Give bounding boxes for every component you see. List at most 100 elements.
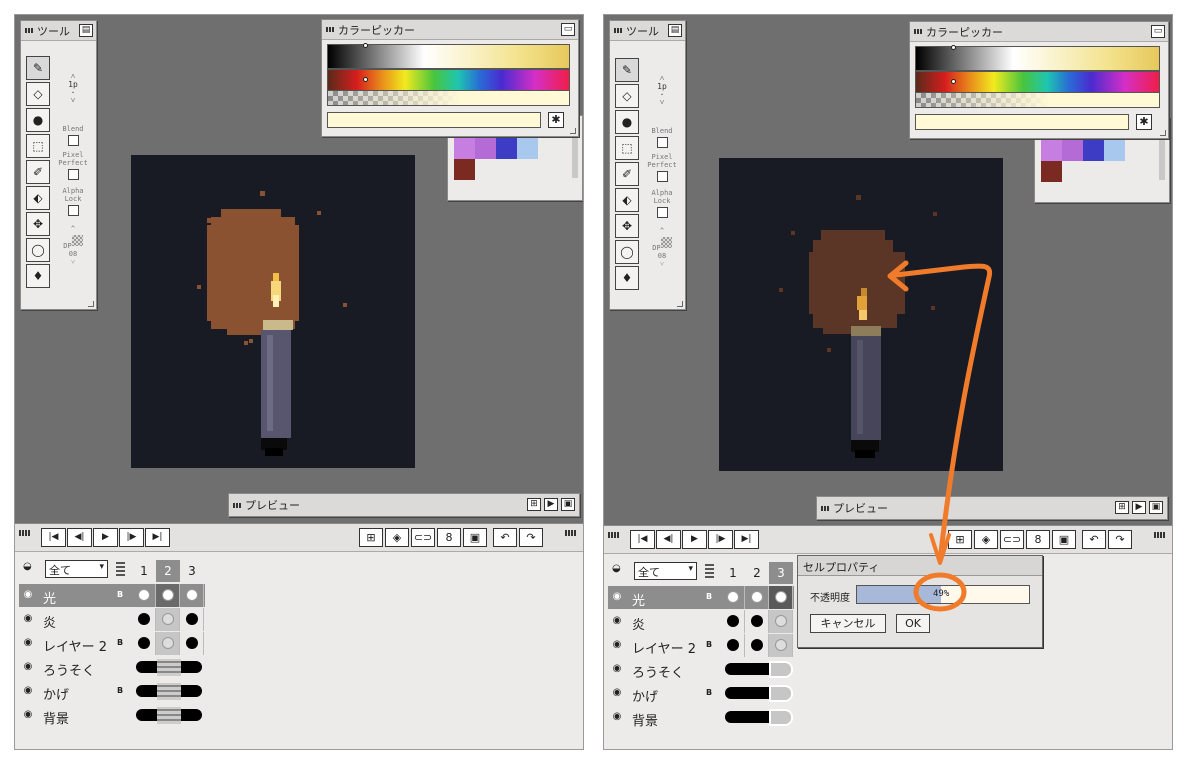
layer-filter-select[interactable]: 全て ▾ [634,562,697,580]
panel-menu-button[interactable]: ▭ [561,23,575,36]
cel[interactable] [180,632,204,655]
palette-swatch[interactable] [454,138,475,159]
palette-swatch[interactable] [1041,161,1062,182]
eye-icon[interactable]: ◉ [610,615,624,627]
layer-row[interactable]: ◉ 背景 [608,706,794,729]
move-tool-button[interactable]: ✥ [615,214,639,238]
loop-button[interactable]: 8 [1026,530,1050,549]
hex-apply-button[interactable]: ✱ [548,112,564,128]
layer-row[interactable]: ◉ 炎 [19,608,205,631]
blur-tool-button[interactable]: ♦ [615,266,639,290]
first-frame-button[interactable]: |◀ [630,530,655,549]
linked-cels[interactable] [725,711,773,723]
resize-handle[interactable] [677,301,683,307]
bucket-tool-button[interactable]: ⬖ [615,188,639,212]
palette-swatch[interactable] [517,138,538,159]
frame-header-3[interactable]: 3 [180,560,204,582]
resize-handle[interactable] [1160,130,1166,136]
eye-icon[interactable]: ◉ [610,711,624,723]
palette-swatch[interactable] [1041,140,1062,161]
onion-skin-button[interactable]: ◈ [385,528,409,547]
eye-icon[interactable]: ◉ [21,589,35,601]
pixel-canvas[interactable] [719,158,1003,471]
eye-icon[interactable]: ◉ [610,687,624,699]
palette-scrollbar[interactable] [572,136,578,178]
opacity-slider[interactable]: 49% [856,585,1030,604]
palette-swatch[interactable] [496,138,517,159]
eye-icon[interactable]: ◉ [21,613,35,625]
redo-button[interactable]: ↷ [1108,530,1132,549]
frame-mode-button[interactable]: ▣ [1052,530,1076,549]
frame-header-1[interactable]: 1 [132,560,156,582]
next-frame-button[interactable]: |▶ [708,530,733,549]
palette-swatch[interactable] [475,138,496,159]
alpha-slider[interactable] [327,90,570,106]
previous-frame-button[interactable]: ◀| [656,530,681,549]
preview-play-button[interactable]: ▶ [544,498,558,511]
first-frame-button[interactable]: |◀ [41,528,66,547]
layer-row[interactable]: ◉ ろうそく [608,658,794,681]
dither-option[interactable]: ^ DP 08 ˅ [647,227,677,268]
cel[interactable] [721,586,745,609]
play-button[interactable]: ▶ [682,530,707,549]
dialog-title[interactable]: セルプロパティ [798,556,1042,576]
eye-icon[interactable]: ◉ [21,661,35,673]
palette-swatch[interactable] [454,159,475,180]
lasso-tool-button[interactable]: ◯ [26,238,50,262]
cel[interactable] [156,608,180,631]
panel-menu-button[interactable]: ▤ [668,24,682,37]
layer-row[interactable]: ◉ 背景 [19,704,205,727]
panel-menu-button[interactable]: ▭ [1151,25,1165,38]
palette-swatch[interactable] [1062,140,1083,161]
color-picker-titlebar[interactable]: カラーピッカー [910,22,1168,42]
layer-row[interactable]: ◉ 光 B [608,586,794,609]
eye-icon[interactable]: ◉ [610,663,624,675]
palette-scrollbar[interactable] [1159,138,1165,180]
panel-menu-button[interactable]: ▤ [79,24,93,37]
cel[interactable] [721,610,745,633]
grid-toggle-button[interactable]: ⊞ [948,530,972,549]
eraser-tool-button[interactable]: ◇ [615,84,639,108]
play-button[interactable]: ▶ [93,528,118,547]
frame-header-2[interactable]: 2 [745,562,769,584]
dither-option[interactable]: ^ DP 08 ˅ [58,225,88,266]
cel[interactable] [745,634,769,657]
value-marker[interactable] [363,43,368,48]
preview-window-button[interactable]: ▣ [1149,501,1163,514]
cel[interactable] [132,632,156,655]
loop-button[interactable]: 8 [437,528,461,547]
lasso-tool-button[interactable]: ◯ [615,240,639,264]
hex-color-input[interactable] [327,112,541,128]
value-marker[interactable] [951,45,956,50]
layer-row[interactable]: ◉ 炎 [608,610,794,633]
hue-marker[interactable] [951,79,956,84]
move-tool-button[interactable]: ✥ [26,212,50,236]
resize-handle[interactable] [88,301,94,307]
brush-size-control[interactable]: ˄ 1p · ˅ [647,75,677,107]
preview-grid-button[interactable]: ⊞ [1115,501,1129,514]
eye-icon[interactable]: ◉ [610,591,624,603]
frame-header-2[interactable]: 2 [156,560,180,582]
layer-row[interactable]: ◉ かげ B [19,680,205,703]
palette-swatch[interactable] [1083,140,1104,161]
eye-icon[interactable]: ◉ [610,639,624,651]
cel[interactable] [180,584,204,607]
layer-row[interactable]: ◉ 光 B [19,584,205,607]
cel[interactable] [156,584,180,607]
previous-frame-button[interactable]: ◀| [67,528,92,547]
eye-icon[interactable]: ◉ [21,685,35,697]
onion-skin-button[interactable]: ◈ [974,530,998,549]
dither-pattern-swatch[interactable] [71,235,83,246]
next-frame-button[interactable]: |▶ [119,528,144,547]
eye-icon[interactable]: ◉ [21,709,35,721]
value-slider[interactable] [915,45,1160,71]
hex-apply-button[interactable]: ✱ [1136,114,1152,130]
undo-button[interactable]: ↶ [1082,530,1106,549]
last-frame-button[interactable]: ▶| [734,530,759,549]
layer-row[interactable]: ◉ かげ B [608,682,794,705]
fill-sphere-tool-button[interactable]: ● [26,108,50,132]
eyedropper-tool-button[interactable]: ✐ [615,162,639,186]
preview-window-button[interactable]: ▣ [561,498,575,511]
palette-swatch[interactable] [1104,140,1125,161]
cel[interactable] [769,586,793,609]
